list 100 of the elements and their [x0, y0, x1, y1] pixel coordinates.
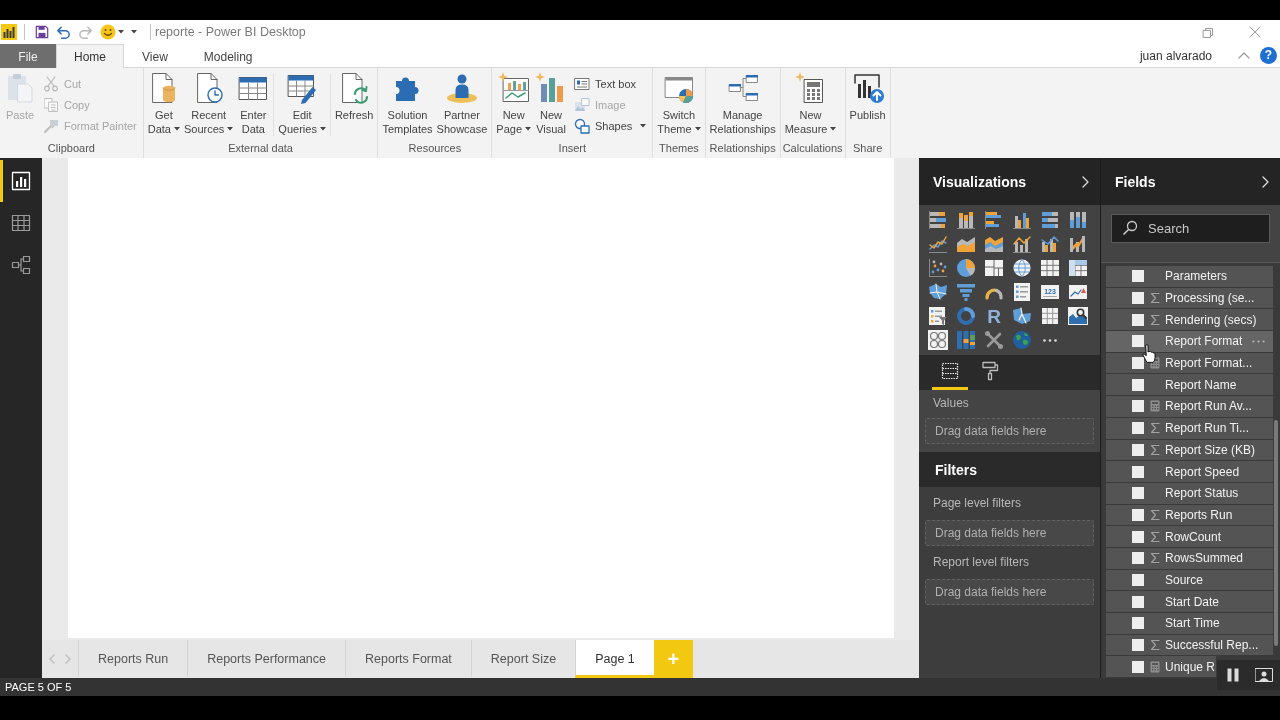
- ribbon-button[interactable]: New Measure: [782, 72, 839, 136]
- ribbon-button[interactable]: New Page: [494, 72, 534, 136]
- pie-chart-icon[interactable]: [956, 258, 976, 278]
- checkbox[interactable]: [1132, 335, 1144, 348]
- multi-row-card-icon[interactable]: [1012, 282, 1032, 302]
- caret-icon[interactable]: [131, 30, 137, 34]
- field-item[interactable]: Source: [1106, 569, 1273, 591]
- tall-column-chart-icon[interactable]: [956, 330, 976, 350]
- ribbon-button[interactable]: Text box: [572, 73, 649, 94]
- matrix-icon[interactable]: [1068, 258, 1088, 278]
- chevron-right-icon[interactable]: [1262, 175, 1269, 188]
- field-item[interactable]: Start Date: [1106, 591, 1273, 612]
- grid-icon[interactable]: [1040, 306, 1060, 326]
- r-script-icon[interactable]: R: [984, 306, 1004, 326]
- checkbox[interactable]: [1132, 552, 1144, 565]
- shape-map-icon[interactable]: [1012, 306, 1032, 326]
- donut-chart-icon[interactable]: [956, 306, 976, 326]
- ribbon-button[interactable]: Publish: [847, 72, 888, 122]
- clustered-column-chart-icon[interactable]: [1012, 210, 1032, 230]
- ribbon-tab[interactable]: View: [124, 44, 186, 68]
- checkbox[interactable]: [1132, 465, 1144, 478]
- field-item[interactable]: Rendering (secs): [1106, 309, 1273, 331]
- ribbon-button[interactable]: New Visual: [533, 72, 570, 136]
- checkbox[interactable]: [1132, 617, 1144, 630]
- close-icon[interactable]: [1249, 26, 1261, 38]
- checkbox[interactable]: [1132, 292, 1144, 305]
- checkbox[interactable]: [1132, 422, 1144, 435]
- line-column-chart-icon[interactable]: [1012, 234, 1032, 254]
- field-item[interactable]: Start Time: [1106, 613, 1273, 634]
- ribbon-button[interactable]: Recent Sources: [182, 72, 236, 136]
- treemap-icon[interactable]: [984, 258, 1004, 278]
- ribbon-tab[interactable]: Modeling: [185, 44, 271, 68]
- kpi-icon[interactable]: [1068, 282, 1088, 302]
- full-stacked-bar-chart-icon[interactable]: [1040, 210, 1060, 230]
- ribbon-button[interactable]: Solution Templates: [380, 72, 435, 136]
- checkbox[interactable]: [1132, 443, 1144, 456]
- search-field[interactable]: Search: [1111, 214, 1270, 243]
- area-chart-icon[interactable]: [956, 234, 976, 254]
- restore-icon[interactable]: [1201, 26, 1213, 38]
- field-item[interactable]: Successful Rep...: [1106, 634, 1273, 656]
- ribbon-button[interactable]: Partner Showcase: [434, 72, 490, 136]
- wrench-screwdriver-icon[interactable]: [984, 330, 1004, 350]
- save-icon[interactable]: [35, 25, 49, 39]
- stacked-column-chart-icon[interactable]: [956, 210, 976, 230]
- checkbox[interactable]: [1132, 595, 1144, 608]
- full-stacked-column-chart-icon[interactable]: [1068, 210, 1088, 230]
- funnel-icon[interactable]: [956, 282, 976, 302]
- field-item[interactable]: Report Format...: [1106, 352, 1273, 374]
- ribbon-button[interactable]: Get Data: [145, 72, 182, 136]
- checkbox[interactable]: [1132, 357, 1144, 370]
- field-item[interactable]: Report Speed: [1106, 461, 1273, 482]
- field-item[interactable]: Processing (se...: [1106, 287, 1273, 309]
- stacked-area-chart-icon[interactable]: [984, 234, 1004, 254]
- more-icon[interactable]: [1043, 338, 1057, 342]
- line-clustered-column-chart-icon[interactable]: [1040, 234, 1060, 254]
- field-item[interactable]: Report Run Av...: [1106, 396, 1273, 417]
- checkbox[interactable]: [1132, 270, 1144, 283]
- field-item[interactable]: Parameters: [1106, 266, 1273, 287]
- chevron-up-icon[interactable]: [1238, 52, 1250, 59]
- scrollbar[interactable]: [1274, 420, 1278, 646]
- pause-button[interactable]: [1217, 660, 1249, 690]
- checkbox[interactable]: [1132, 508, 1144, 521]
- field-item[interactable]: RowsSummed: [1106, 547, 1273, 569]
- table-icon[interactable]: [1040, 258, 1060, 278]
- stacked-bar-chart-icon[interactable]: [928, 210, 948, 230]
- field-item[interactable]: Reports Run: [1106, 504, 1273, 526]
- drop-zone[interactable]: Drag data fields here: [925, 418, 1094, 444]
- field-item[interactable]: Report Name: [1106, 374, 1273, 396]
- line-chart-icon[interactable]: [928, 234, 948, 254]
- field-item[interactable]: Unique R: [1106, 656, 1216, 678]
- ribbon-tab[interactable]: Home: [56, 44, 124, 68]
- checkbox[interactable]: [1132, 639, 1144, 652]
- smiley-icon[interactable]: [100, 24, 116, 40]
- help-button[interactable]: ?: [1260, 47, 1277, 64]
- chevron-right-icon[interactable]: [1082, 175, 1089, 188]
- checkbox[interactable]: [1132, 400, 1144, 413]
- ribbon-button[interactable]: Enter Data: [235, 72, 272, 136]
- scatter-chart-icon[interactable]: [928, 258, 948, 278]
- checkbox[interactable]: [1132, 660, 1144, 673]
- drop-zone[interactable]: Drag data fields here: [925, 579, 1094, 605]
- clustered-bar-chart-icon[interactable]: [984, 210, 1004, 230]
- globe-icon[interactable]: [1012, 258, 1032, 278]
- drop-zone[interactable]: Drag data fields here: [925, 520, 1094, 546]
- ribbon-button[interactable]: Manage Relationships: [707, 72, 778, 136]
- ribbon-button[interactable]: Edit Queries: [276, 72, 328, 136]
- page-tab[interactable]: Page 1: [575, 640, 654, 678]
- caret-icon[interactable]: [118, 30, 124, 34]
- file-tab[interactable]: File: [0, 44, 56, 68]
- filled-map-icon[interactable]: [928, 282, 948, 302]
- circle-grid-icon[interactable]: [928, 330, 948, 350]
- ribbon-chart-icon[interactable]: [1068, 234, 1088, 254]
- field-item[interactable]: RowCount: [1106, 526, 1273, 547]
- field-item[interactable]: Report Status: [1106, 482, 1273, 504]
- chart-magnifier-icon[interactable]: [1068, 306, 1088, 326]
- slicer-icon[interactable]: [928, 306, 948, 326]
- checkbox[interactable]: [1132, 378, 1144, 391]
- ribbon-button[interactable]: Switch Theme: [655, 72, 703, 136]
- ribbon-button[interactable]: Shapes: [572, 115, 649, 136]
- ribbon-button[interactable]: Refresh: [332, 72, 376, 122]
- checkbox[interactable]: [1132, 530, 1144, 543]
